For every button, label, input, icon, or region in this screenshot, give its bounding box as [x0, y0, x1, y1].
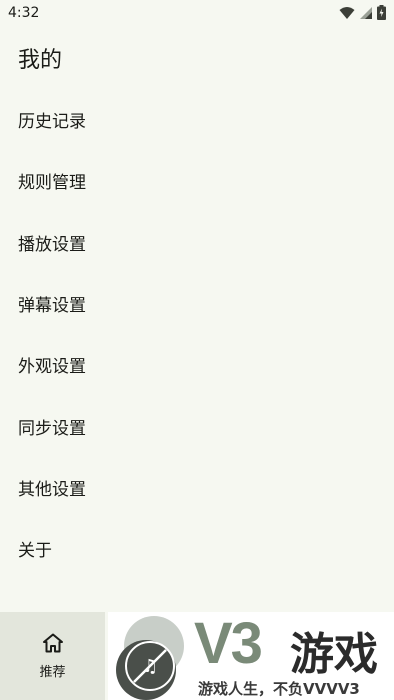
menu-item-sync[interactable]: 同步设置	[0, 395, 394, 456]
menu-item-history[interactable]: 历史记录	[0, 89, 394, 150]
signal-icon	[360, 6, 372, 19]
watermark-brand: V3	[194, 612, 263, 676]
bottom-nav: 推荐 ♫ V3 游戏 游戏人生，不负VVVV3	[0, 612, 394, 700]
home-icon	[42, 633, 63, 652]
tab-recommend-label: 推荐	[39, 664, 66, 680]
watermark: ♫ V3 游戏 游戏人生，不负VVVV3	[108, 612, 394, 700]
page-title: 我的	[18, 48, 63, 73]
menu-item-rules[interactable]: 规则管理	[0, 150, 394, 211]
svg-text:♫: ♫	[142, 656, 158, 677]
wifi-icon	[339, 6, 355, 19]
menu-item-playback[interactable]: 播放设置	[0, 212, 394, 273]
menu-item-about[interactable]: 关于	[0, 518, 394, 579]
menu-item-danmaku[interactable]: 弹幕设置	[0, 273, 394, 334]
menu-item-appearance[interactable]: 外观设置	[0, 334, 394, 395]
v3-logo-icon: ♫	[116, 616, 184, 700]
status-bar: 4:32	[0, 0, 394, 28]
tab-recommend[interactable]: 推荐	[0, 612, 105, 700]
status-time: 4:32	[8, 5, 40, 21]
settings-menu: 历史记录 规则管理 播放设置 弹幕设置 外观设置 同步设置 其他设置 关于	[0, 89, 394, 579]
watermark-brand-text: 游戏	[290, 629, 378, 680]
menu-item-other[interactable]: 其他设置	[0, 457, 394, 518]
battery-icon	[377, 5, 386, 20]
watermark-slogan: 游戏人生，不负VVVV3	[198, 680, 360, 698]
status-icons	[339, 5, 386, 20]
